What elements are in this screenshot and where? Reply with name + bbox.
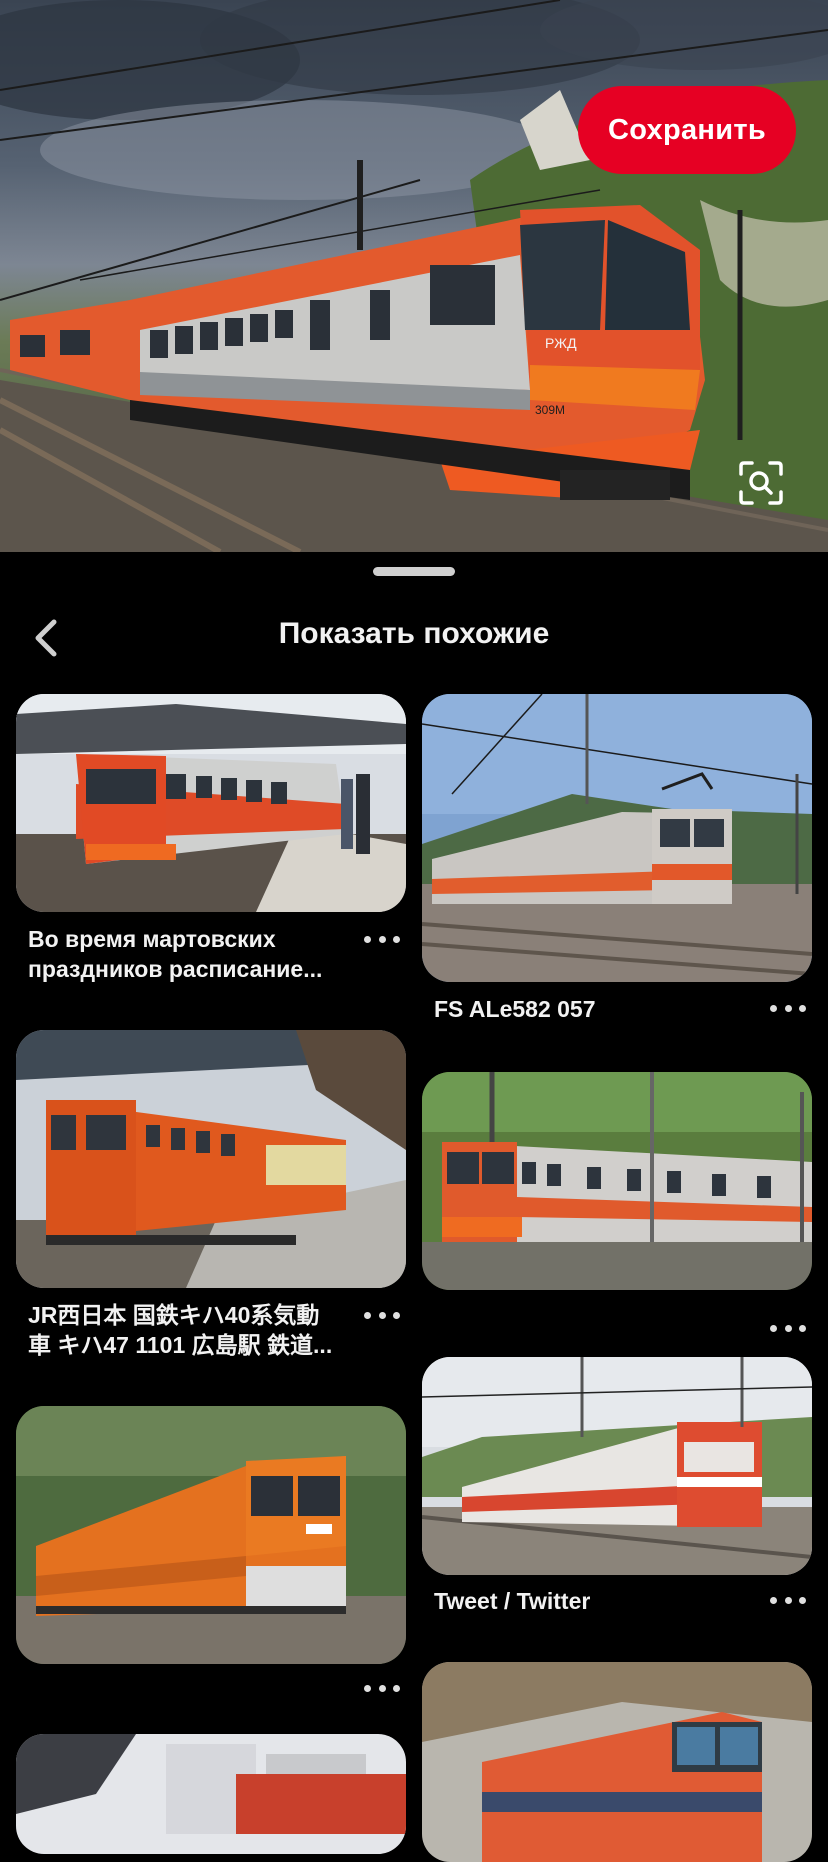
pin-caption-line: Во время мартовских [28,926,276,952]
pin-image[interactable] [16,694,406,912]
dot-icon [784,1324,792,1332]
dot-icon [364,935,371,943]
pin-image[interactable] [422,1662,812,1862]
visual-search-button[interactable] [738,460,798,520]
pin-image[interactable] [422,1357,812,1575]
dot-icon [378,1311,386,1319]
dot-icon [393,1684,400,1692]
sheet-title: Показать похожие [278,617,550,650]
sheet-drag-handle[interactable] [373,567,455,576]
train-photo: РЖД 309M [0,0,828,552]
dot-icon [784,1004,792,1012]
hero-image[interactable]: РЖД 309M Сохранить [0,0,828,552]
pin-caption[interactable]: JR西日本 国鉄キハ40系気動 車 キハ47 1101 広島駅 鉄道... [28,1300,358,1360]
pin-caption[interactable]: FS ALe582 057 [434,994,764,1024]
dot-icon [364,1684,371,1692]
dot-icon [799,1004,806,1012]
more-options-button[interactable] [364,1303,400,1327]
pin-caption[interactable]: Tweet / Twitter [434,1586,764,1616]
pin-caption-line: праздников расписание... [28,956,323,982]
dot-icon [378,935,386,943]
pin-image[interactable] [16,1406,406,1664]
dot-icon [770,1324,777,1332]
dot-icon [784,1596,792,1604]
pin-caption-line: JR西日本 国鉄キハ40系気動 [28,1302,320,1328]
dot-icon [799,1596,806,1604]
pin-image[interactable] [16,1030,406,1288]
pin-image[interactable] [16,1734,406,1854]
dot-icon [393,935,400,943]
dot-icon [770,1596,777,1604]
pin-caption-line: 車 キハ47 1101 広島駅 鉄道... [28,1332,333,1358]
more-options-button[interactable] [770,1316,806,1340]
dot-icon [393,1311,400,1319]
dot-icon [378,1684,386,1692]
dot-icon [770,1004,777,1012]
svg-text:309M: 309M [535,403,565,417]
visual-search-icon [739,461,783,505]
dot-icon [364,1311,371,1319]
more-options-button[interactable] [770,1588,806,1612]
pin-caption-line: FS ALe582 057 [434,996,596,1022]
pin-caption-line: Tweet / Twitter [434,1588,591,1614]
related-pins-sheet: Показать похожие Во время мартовских пра… [0,552,828,1862]
pin-caption[interactable]: Во время мартовских праздников расписани… [28,924,358,984]
pin-image[interactable] [422,1072,812,1290]
more-options-button[interactable] [770,996,806,1020]
more-options-button[interactable] [364,1676,400,1700]
more-options-button[interactable] [364,927,400,951]
svg-text:РЖД: РЖД [545,335,577,351]
pin-image[interactable] [422,694,812,982]
save-button[interactable]: Сохранить [578,86,796,174]
dot-icon [799,1324,806,1332]
